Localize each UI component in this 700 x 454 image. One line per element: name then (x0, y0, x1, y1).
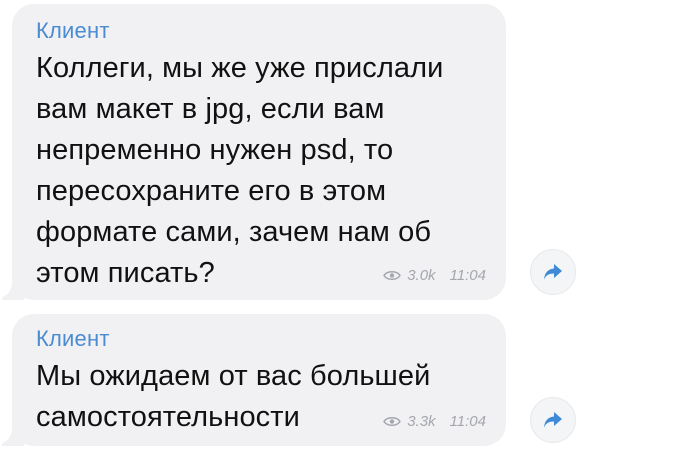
bubble-tail (2, 282, 24, 300)
message-meta: 3.0k 11:04 (383, 267, 486, 284)
eye-icon (383, 271, 402, 280)
message-bubble[interactable]: Клиент Мы ожидаем от вас большей самосто… (2, 314, 506, 446)
view-count: 3.0k (407, 267, 436, 284)
message-text: Коллеги, мы же уже прислали вам макет в … (36, 48, 482, 294)
message-line: непременно нужен psd, то (36, 134, 394, 166)
message-line: вам макет в jpg, если вам (36, 93, 385, 125)
share-arrow-icon (544, 412, 562, 428)
share-arrow-icon (544, 264, 562, 280)
sender-name: Клиент (36, 18, 110, 43)
chat-view: Клиент Коллеги, мы же уже прислали вам м… (0, 0, 700, 454)
bubble-tail (2, 428, 24, 446)
share-button[interactable] (530, 249, 576, 295)
message-meta: 3.3k 11:04 (383, 413, 486, 430)
share-button[interactable] (530, 397, 576, 443)
message-time: 11:04 (449, 413, 486, 430)
message-line: Коллеги, мы же уже прислали (36, 52, 444, 84)
message-line: Мы ожидаем от вас большей (36, 360, 431, 392)
message-bubble[interactable]: Клиент Коллеги, мы же уже прислали вам м… (2, 4, 506, 300)
view-count: 3.3k (407, 413, 436, 430)
message-line: формате сами, зачем нам об (36, 216, 432, 248)
sender-name: Клиент (36, 326, 110, 351)
eye-icon (383, 417, 402, 426)
message-time: 11:04 (449, 267, 486, 284)
message-line: пересохраните его в этом (36, 175, 387, 207)
